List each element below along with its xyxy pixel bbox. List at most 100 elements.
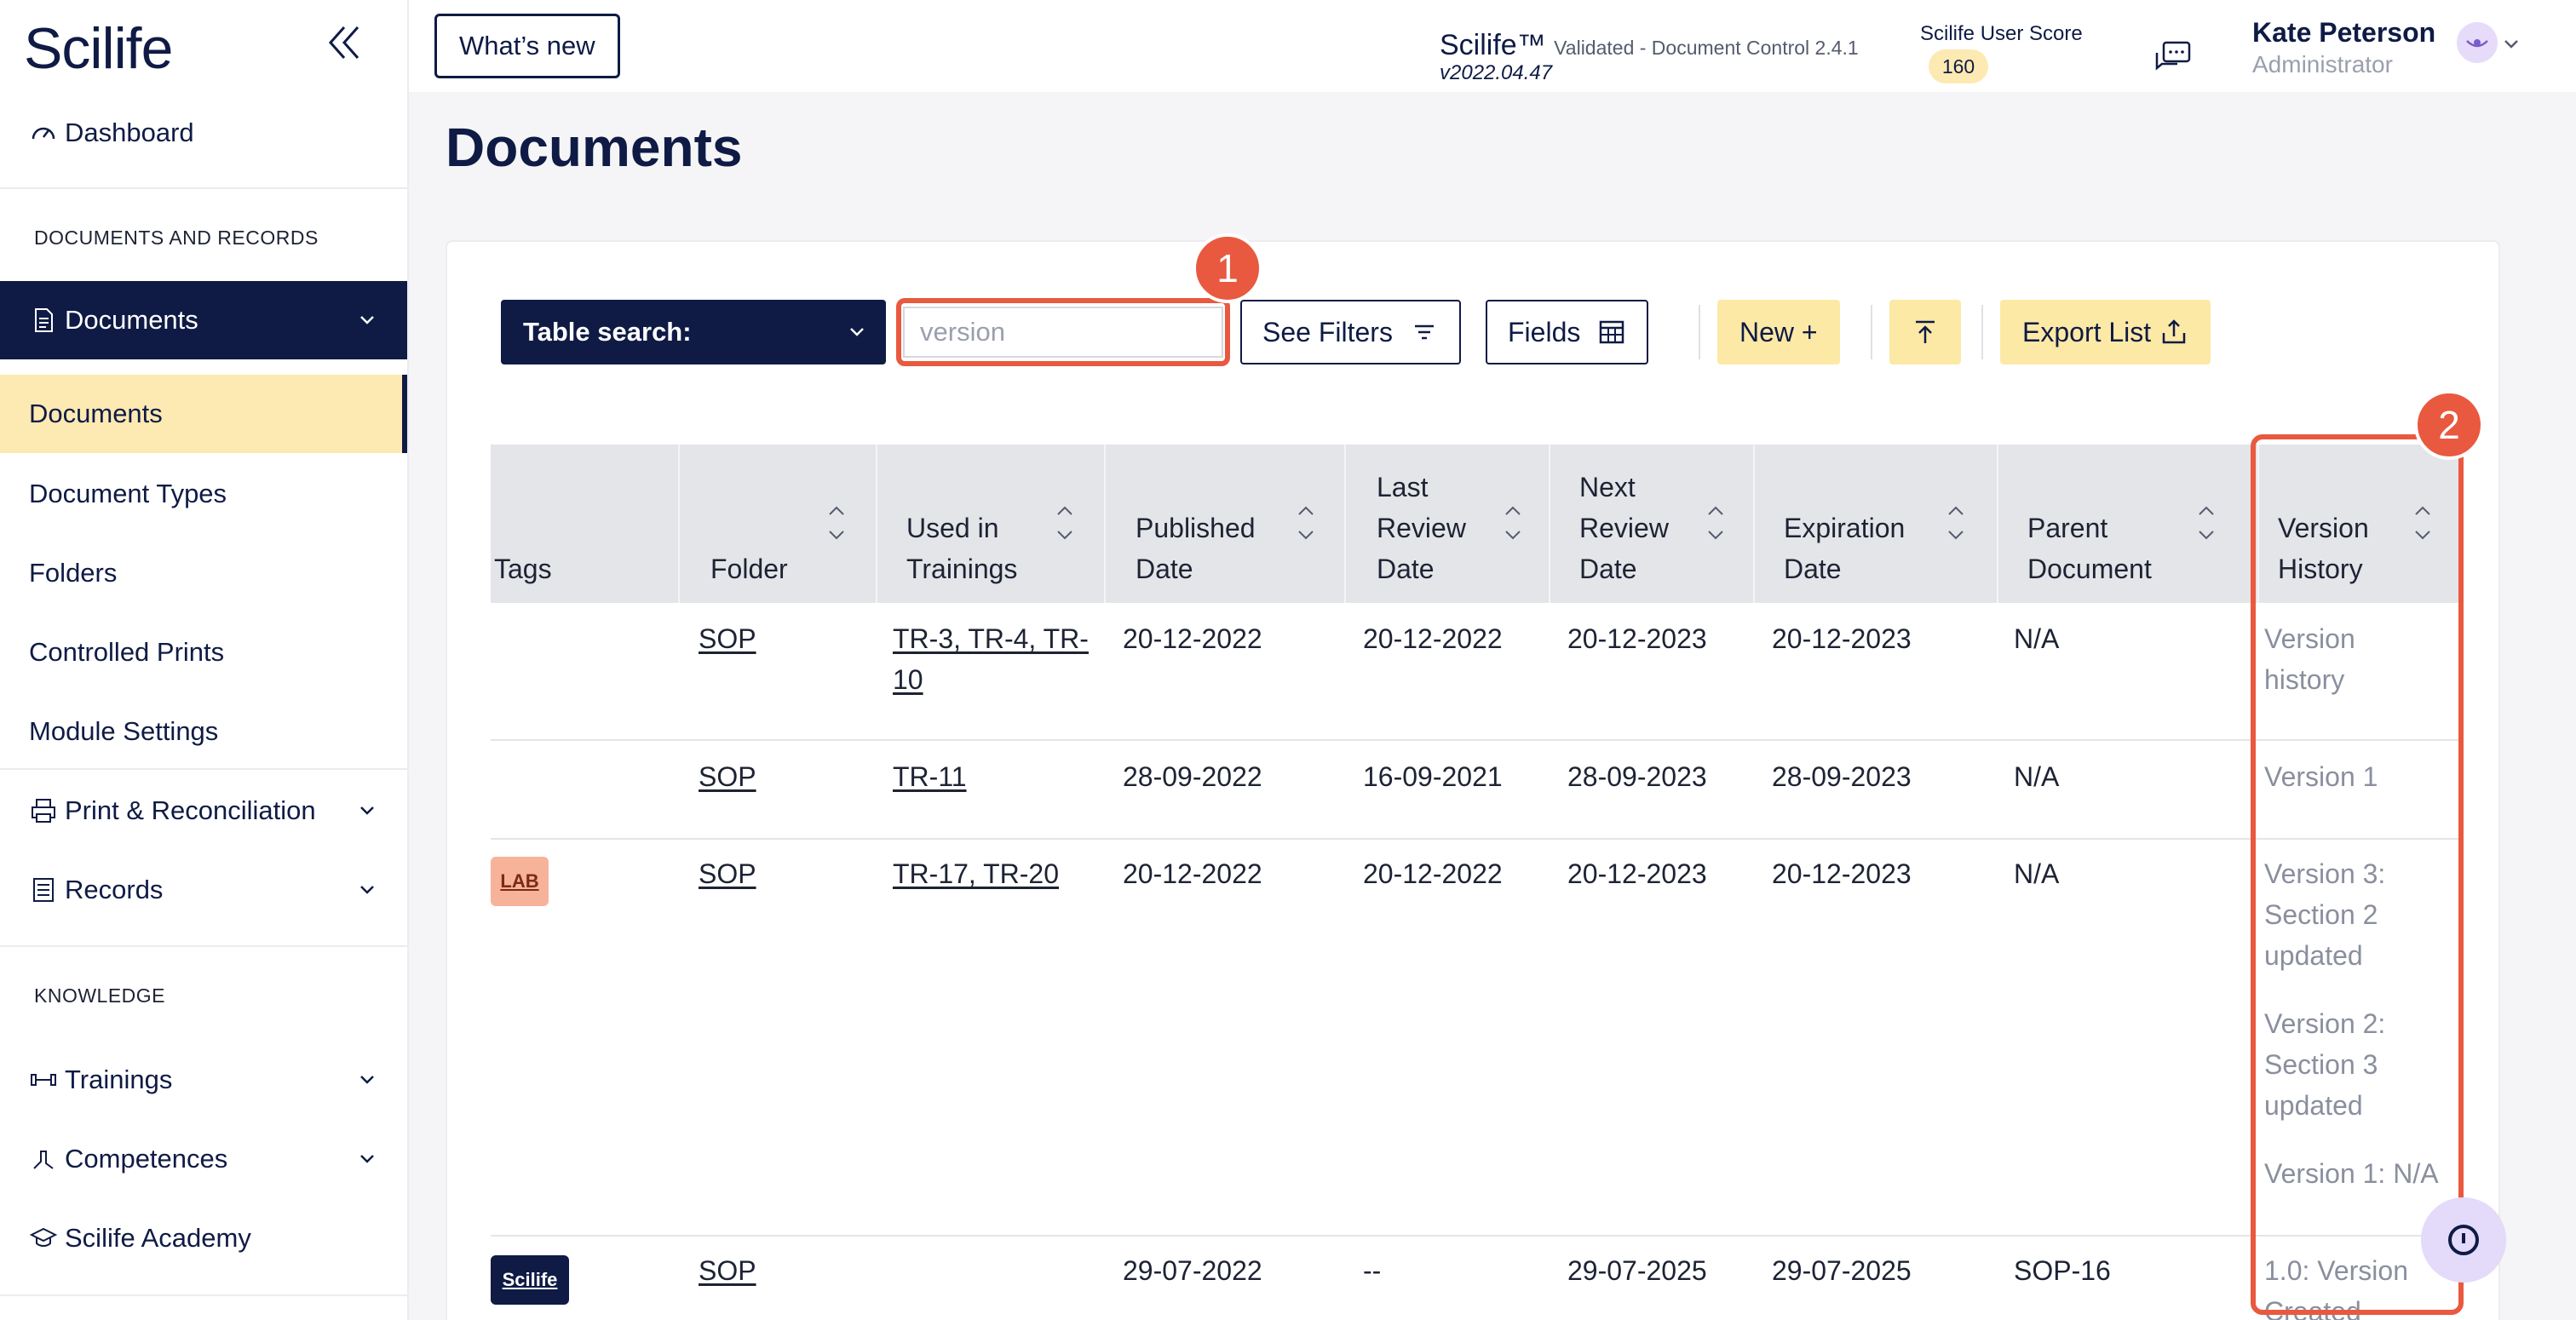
sidebar-item-trainings[interactable]: Trainings [0, 1041, 407, 1119]
column-header-parent-document[interactable]: Parent Document [2027, 445, 2249, 603]
column-header-line: Trainings [906, 554, 1018, 584]
published-date: 29-07-2022 [1123, 1255, 1262, 1286]
sidebar-item-dashboard[interactable]: Dashboard [0, 94, 407, 172]
published-date: 28-09-2022 [1123, 761, 1262, 792]
next-review-date: 20-12-2023 [1567, 858, 1707, 889]
tag-badge-scilife[interactable]: Scilife [491, 1255, 569, 1305]
step-marker-1: 1 [1193, 233, 1262, 303]
sidebar-item-documents[interactable]: Documents [0, 375, 407, 453]
folder-link[interactable]: SOP [699, 1250, 756, 1291]
column-separator [1997, 445, 1998, 603]
chevron-down-icon [360, 316, 374, 324]
collapse-sidebar-icon[interactable] [322, 20, 366, 65]
sort-icon[interactable] [1503, 497, 1523, 548]
competences-icon [33, 1151, 54, 1169]
folder-link[interactable]: SOP [699, 618, 756, 659]
sidebar-group-documents[interactable]: Documents [0, 281, 407, 359]
toolbar-separator [1699, 305, 1700, 359]
column-header-line: Used in [906, 513, 999, 543]
expiration-date: 20-12-2023 [1772, 623, 1912, 654]
sidebar-item-folders[interactable]: Folders [0, 534, 407, 612]
user-name[interactable]: Kate Peterson [2252, 17, 2435, 49]
top-bar: What’s new Scilife™ Validated - Document… [409, 0, 2576, 92]
column-header-published-date[interactable]: Published Date [1136, 445, 1340, 603]
sort-icon[interactable] [2196, 497, 2217, 548]
published-date: 20-12-2022 [1123, 623, 1262, 654]
toolbar-separator [1981, 305, 1983, 359]
sort-icon[interactable] [1705, 497, 1726, 548]
next-review-date: 28-09-2023 [1567, 761, 1707, 792]
parent-document: N/A [2014, 761, 2060, 792]
trainings-link[interactable]: TR-17, TR-20 [893, 853, 1059, 894]
table-search-select[interactable]: Table search: [501, 300, 886, 364]
new-button[interactable]: New + [1717, 300, 1840, 364]
column-header-line: Document [2027, 554, 2152, 584]
toolbar-separator [1871, 305, 1872, 359]
chat-bubbles-icon[interactable] [2153, 39, 2193, 77]
sidebar-item-controlled-prints[interactable]: Controlled Prints [0, 613, 407, 692]
sort-icon[interactable] [1296, 497, 1316, 548]
column-separator [1104, 445, 1106, 603]
sort-icon[interactable] [1055, 497, 1075, 548]
expiration-date: 28-09-2023 [1772, 761, 1912, 792]
sidebar-divider [0, 1294, 407, 1296]
folder-link[interactable]: SOP [699, 853, 756, 894]
upload-button[interactable] [1889, 300, 1961, 364]
fields-label: Fields [1508, 316, 1581, 347]
column-header-used-in-trainings[interactable]: Used in Trainings [906, 445, 1094, 603]
chevron-down-icon[interactable] [2503, 37, 2520, 51]
graduation-cap-icon [29, 1227, 58, 1247]
sidebar-item-label: Competences [65, 1144, 228, 1174]
last-review-date: -- [1363, 1255, 1382, 1286]
product-subtitle: Validated - Document Control 2.4.1 [1554, 37, 1859, 59]
column-header-line: Review [1377, 513, 1466, 543]
sidebar-item-records[interactable]: Records [0, 851, 407, 929]
tag-badge-lab[interactable]: LAB [491, 857, 549, 906]
sidebar-item-label: Print & Reconciliation [65, 795, 316, 825]
trainings-link[interactable]: TR-3, TR-4, TR- [893, 618, 1089, 659]
sort-icon[interactable] [826, 497, 847, 548]
sidebar-item-document-types[interactable]: Document Types [0, 455, 407, 533]
sidebar-item-label: Module Settings [29, 716, 219, 746]
chevron-down-icon [360, 1155, 374, 1163]
sidebar-divider [0, 945, 407, 947]
column-header-line: Date [1579, 554, 1637, 584]
dashboard-gauge-icon [32, 127, 55, 140]
section-title-documents-records: DOCUMENTS AND RECORDS [34, 227, 319, 249]
help-widget-icon[interactable] [2421, 1197, 2506, 1283]
column-separator [678, 445, 680, 603]
column-header-line: Last [1377, 472, 1429, 502]
page-title: Documents [446, 117, 743, 178]
see-filters-button[interactable]: See Filters [1240, 300, 1461, 364]
last-review-date: 20-12-2022 [1363, 858, 1503, 889]
export-list-button[interactable]: Export List [2000, 300, 2211, 364]
sidebar-item-competences[interactable]: Competences [0, 1120, 407, 1198]
column-separator [876, 445, 877, 603]
section-title-knowledge: KNOWLEDGE [34, 984, 166, 1007]
chevron-down-icon [850, 328, 864, 336]
column-header-line: Date [1377, 554, 1435, 584]
sidebar-item-module-settings[interactable]: Module Settings [0, 692, 407, 771]
sidebar-divider [0, 187, 407, 189]
user-avatar[interactable] [2457, 22, 2498, 63]
trainings-link[interactable]: 10 [893, 659, 923, 700]
scilife-logo: Scilife [24, 16, 173, 81]
highlight-search-box [896, 298, 1230, 366]
column-header-next-review-date[interactable]: Next Review Date [1579, 445, 1750, 603]
sidebar-item-scilife-academy[interactable]: Scilife Academy [0, 1199, 407, 1277]
sidebar-item-print-reconciliation[interactable]: Print & Reconciliation [0, 772, 407, 850]
parent-document: N/A [2014, 623, 2060, 654]
column-header-label: Tags [494, 554, 552, 584]
column-separator [1549, 445, 1550, 603]
column-header-last-review-date[interactable]: Last Review Date [1377, 445, 1547, 603]
folder-link[interactable]: SOP [699, 756, 756, 797]
trainings-link[interactable]: TR-11 [893, 756, 967, 797]
column-header-folder[interactable]: Folder [710, 445, 864, 603]
column-header-expiration-date[interactable]: Expiration Date [1784, 445, 1997, 603]
fields-button[interactable]: Fields [1486, 300, 1649, 364]
user-score-label: Scilife User Score [1920, 22, 2083, 45]
printer-icon [32, 799, 55, 823]
see-filters-label: See Filters [1262, 316, 1393, 347]
whats-new-button[interactable]: What’s new [434, 14, 620, 78]
sort-icon[interactable] [1946, 497, 1966, 548]
